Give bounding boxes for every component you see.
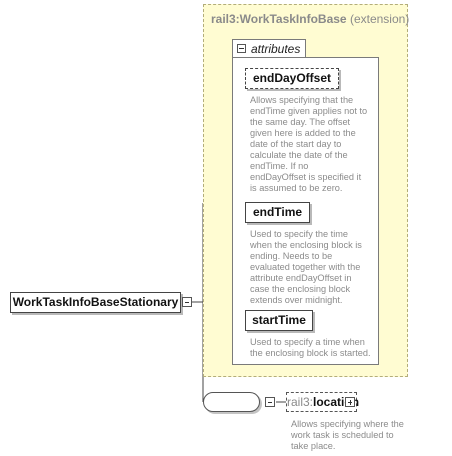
attribute-name: endDayOffset xyxy=(252,71,332,85)
attribute-name: startTime xyxy=(252,313,306,327)
attribute-name: endTime xyxy=(252,205,303,219)
attribute-startTime[interactable]: startTime xyxy=(245,310,313,331)
collapse-icon[interactable] xyxy=(237,44,246,53)
element-description: Allows specifying where the work task is… xyxy=(291,419,404,451)
attributes-label: attributes xyxy=(251,42,301,56)
root-element-name: WorkTaskInfoBaseStationary xyxy=(12,295,179,309)
extension-title: rail3:WorkTaskInfoBase (extension) xyxy=(211,12,409,26)
attribute-endTime[interactable]: endTime xyxy=(245,202,310,223)
attribute-description: Used to specify a time when the enclosin… xyxy=(250,337,371,358)
collapse-icon[interactable] xyxy=(265,397,275,407)
attribute-description: Allows specifying that the endTime given… xyxy=(250,95,368,193)
collapse-icon[interactable] xyxy=(182,297,192,307)
expand-icon[interactable] xyxy=(345,397,355,407)
attributes-tab[interactable]: attributes xyxy=(232,39,306,58)
attribute-endDayOffset[interactable]: endDayOffset xyxy=(245,68,339,89)
element-namespace: rail3: xyxy=(287,395,314,409)
root-element[interactable]: WorkTaskInfoBaseStationary xyxy=(10,292,181,313)
extension-name: rail3:WorkTaskInfoBase xyxy=(211,12,347,26)
attribute-description: Used to specify the time when the enclos… xyxy=(250,229,362,305)
sequence-compositor[interactable] xyxy=(203,392,260,412)
extension-kind: (extension) xyxy=(346,12,410,26)
